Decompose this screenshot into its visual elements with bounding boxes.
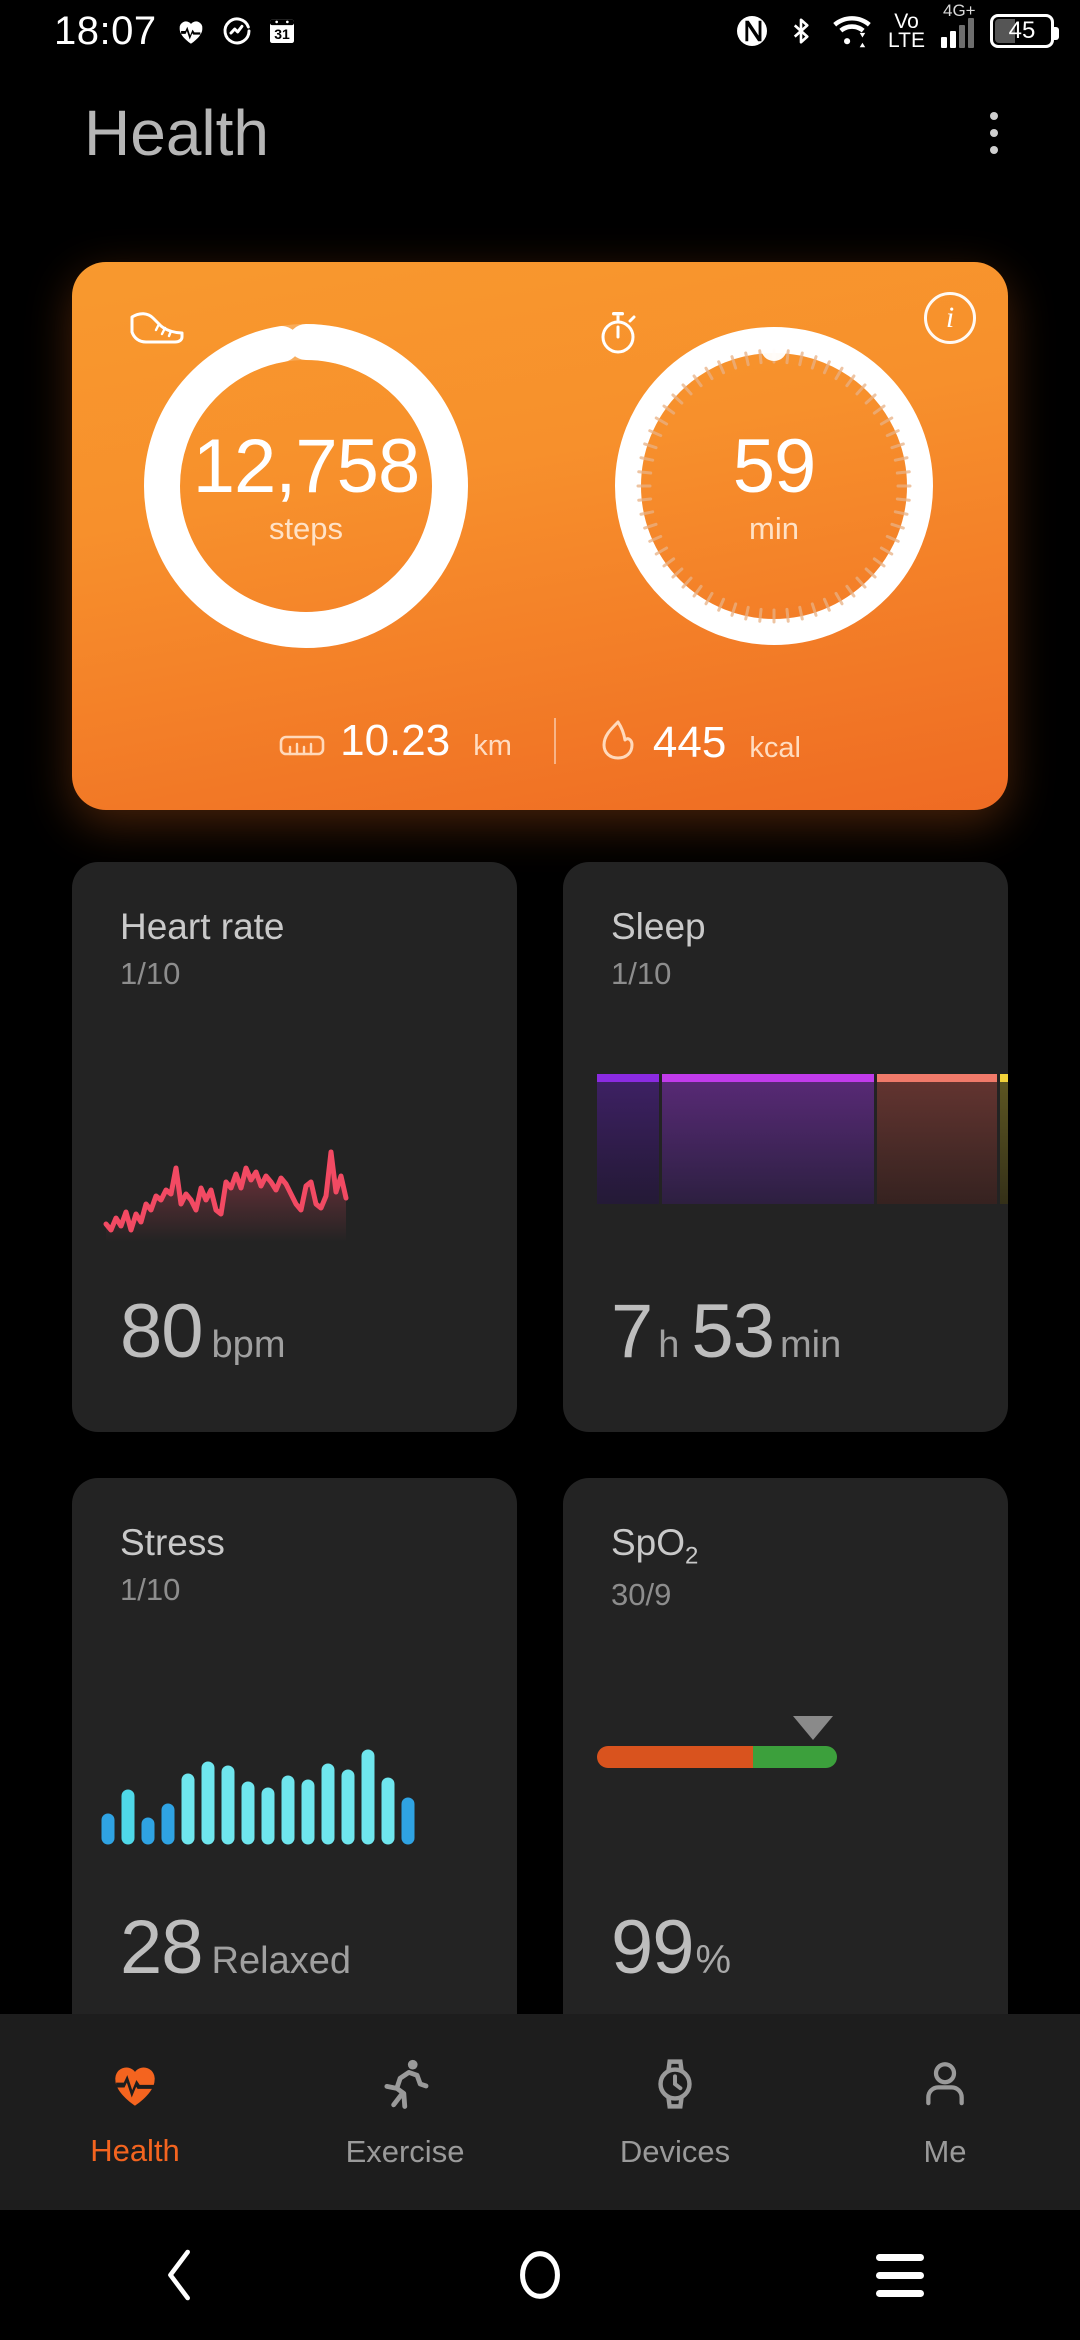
spo2-marker-icon	[793, 1716, 833, 1740]
battery-level: 45	[1008, 17, 1036, 44]
sleep-hours-unit: h	[658, 1324, 680, 1366]
heart-rate-card[interactable]: Heart rate 1/10 80 bpm	[72, 862, 517, 1432]
spo2-unit: %	[695, 1938, 732, 1982]
tab-label: Me	[923, 2133, 967, 2169]
activity-rings: 12,758 steps 59 min	[72, 296, 1008, 676]
person-icon	[918, 2055, 972, 2118]
spo2-value: 99	[611, 1905, 695, 1990]
distance-value: 10.23	[340, 715, 451, 765]
card-subtitle: 30/9	[611, 1576, 672, 1612]
activity-summary-card[interactable]: i 12,758 steps 59 min 10.23 km 445 kcal	[72, 262, 1008, 810]
sleep-segment-rem	[877, 1074, 997, 1204]
distance-unit: km	[473, 729, 512, 762]
heart-rate-value: 80	[120, 1289, 204, 1374]
spo2-reading: 99 %	[611, 1910, 731, 1986]
steps-ring[interactable]: 12,758 steps	[126, 306, 486, 666]
status-right-icons: Vo LTE 4G+ 45	[734, 1, 1059, 52]
sleep-segment-light	[662, 1074, 874, 1204]
app-header: Health	[0, 76, 1080, 190]
stats-divider	[553, 717, 556, 764]
card-subtitle: 1/10	[611, 955, 672, 991]
heart-rate-unit: bpm	[211, 1324, 286, 1366]
minutes-unit: min	[749, 510, 799, 546]
card-title: SpO2	[611, 1522, 964, 1570]
sleep-hours-value: 7	[611, 1289, 653, 1374]
sleep-card[interactable]: Sleep 1/10 7 h 53 min	[563, 862, 1008, 1432]
tab-exercise[interactable]: Exercise	[270, 2055, 540, 2170]
status-bar: 18:07 31 Vo LTE 4G+ 45	[0, 0, 1080, 62]
status-time: 18:07	[54, 8, 157, 53]
spo2-chart	[563, 1668, 1008, 1858]
card-title: Heart rate	[120, 906, 285, 947]
back-chevron-icon[interactable]	[120, 2230, 240, 2320]
sleep-segment-awake	[1000, 1074, 1008, 1204]
wifi-icon	[832, 14, 872, 48]
home-circle-icon[interactable]	[480, 2230, 600, 2320]
card-subtitle: 1/10	[120, 1571, 181, 1607]
signal-strength-icon: 4G+	[941, 1, 976, 48]
steps-unit: steps	[268, 510, 344, 546]
spo2-range-bar	[597, 1746, 837, 1768]
minutes-ring[interactable]: 59 min	[594, 306, 954, 666]
phone-screen: 18:07 31 Vo LTE 4G+ 45 Health i 12,758 s…	[0, 0, 1080, 2340]
sleep-reading: 7 h 53 min	[611, 1294, 841, 1370]
bottom-tab-bar: Health Exercise Devices Me	[0, 2014, 1080, 2210]
card-title: Sleep	[611, 906, 706, 947]
nfc-icon	[734, 13, 770, 49]
metric-card-grid: Heart rate 1/10 80 bpm Sleep 1/10 7 h 53…	[72, 862, 1008, 2048]
spo2-title-text: SpO	[611, 1522, 686, 1563]
sleep-chart	[563, 1052, 1008, 1242]
recents-hamburger-icon[interactable]	[840, 2230, 960, 2320]
heart-rate-chart	[72, 1052, 517, 1242]
spo2-card[interactable]: SpO2 30/9 99 %	[563, 1478, 1008, 2048]
page-title: Health	[84, 97, 269, 169]
sleep-minutes-unit: min	[779, 1324, 842, 1366]
volte-bottom: LTE	[888, 29, 925, 52]
stress-card[interactable]: Stress 1/10 28 Relaxed	[72, 1478, 517, 2048]
volte-indicator: Vo LTE	[888, 11, 925, 52]
calories-unit: kcal	[749, 732, 801, 764]
heart-pulse-icon	[105, 2056, 165, 2117]
sleep-minutes-value: 53	[691, 1289, 775, 1374]
sleep-segment-deep	[597, 1074, 659, 1204]
spo2-title-subscript: 2	[685, 1542, 699, 1570]
activity-stats-row: 10.23 km 445 kcal	[72, 713, 1008, 768]
bluetooth-icon	[786, 14, 816, 48]
running-person-icon	[376, 2055, 434, 2118]
battery-icon: 45	[990, 14, 1059, 48]
stress-value: 28	[120, 1905, 204, 1990]
minutes-value: 59	[732, 424, 817, 510]
spo2-segment-low	[597, 1746, 753, 1768]
calendar-31-icon: 31	[266, 15, 298, 47]
card-subtitle: 1/10	[120, 955, 181, 991]
steps-value: 12,758	[192, 424, 420, 510]
heart-rate-reading: 80 bpm	[120, 1294, 285, 1370]
android-nav-bar	[0, 2210, 1080, 2340]
tab-label: Health	[90, 2132, 180, 2168]
heart-pulse-icon	[174, 14, 208, 48]
tab-devices[interactable]: Devices	[540, 2055, 810, 2170]
stress-reading: 28 Relaxed	[120, 1910, 351, 1986]
card-title: Stress	[120, 1522, 225, 1563]
calories-value: 445	[652, 718, 727, 767]
tab-label: Devices	[619, 2133, 731, 2169]
flame-icon	[598, 718, 638, 767]
status-left-icons: 31	[174, 14, 298, 48]
ruler-icon	[279, 730, 325, 765]
activity-circle-icon	[221, 15, 253, 47]
svg-text:31: 31	[274, 26, 290, 42]
tab-health[interactable]: Health	[0, 2056, 270, 2169]
stress-label: Relaxed	[211, 1940, 351, 1982]
network-type-label: 4G+	[943, 1, 976, 20]
kebab-menu-icon[interactable]	[978, 100, 1010, 166]
stress-chart	[72, 1668, 517, 1858]
tab-label: Exercise	[345, 2133, 465, 2169]
calories-stat: 445 kcal	[598, 713, 801, 768]
spo2-segment-normal	[753, 1746, 837, 1768]
tab-me[interactable]: Me	[810, 2055, 1080, 2170]
distance-stat: 10.23 km	[279, 716, 512, 766]
watch-icon	[647, 2055, 703, 2118]
